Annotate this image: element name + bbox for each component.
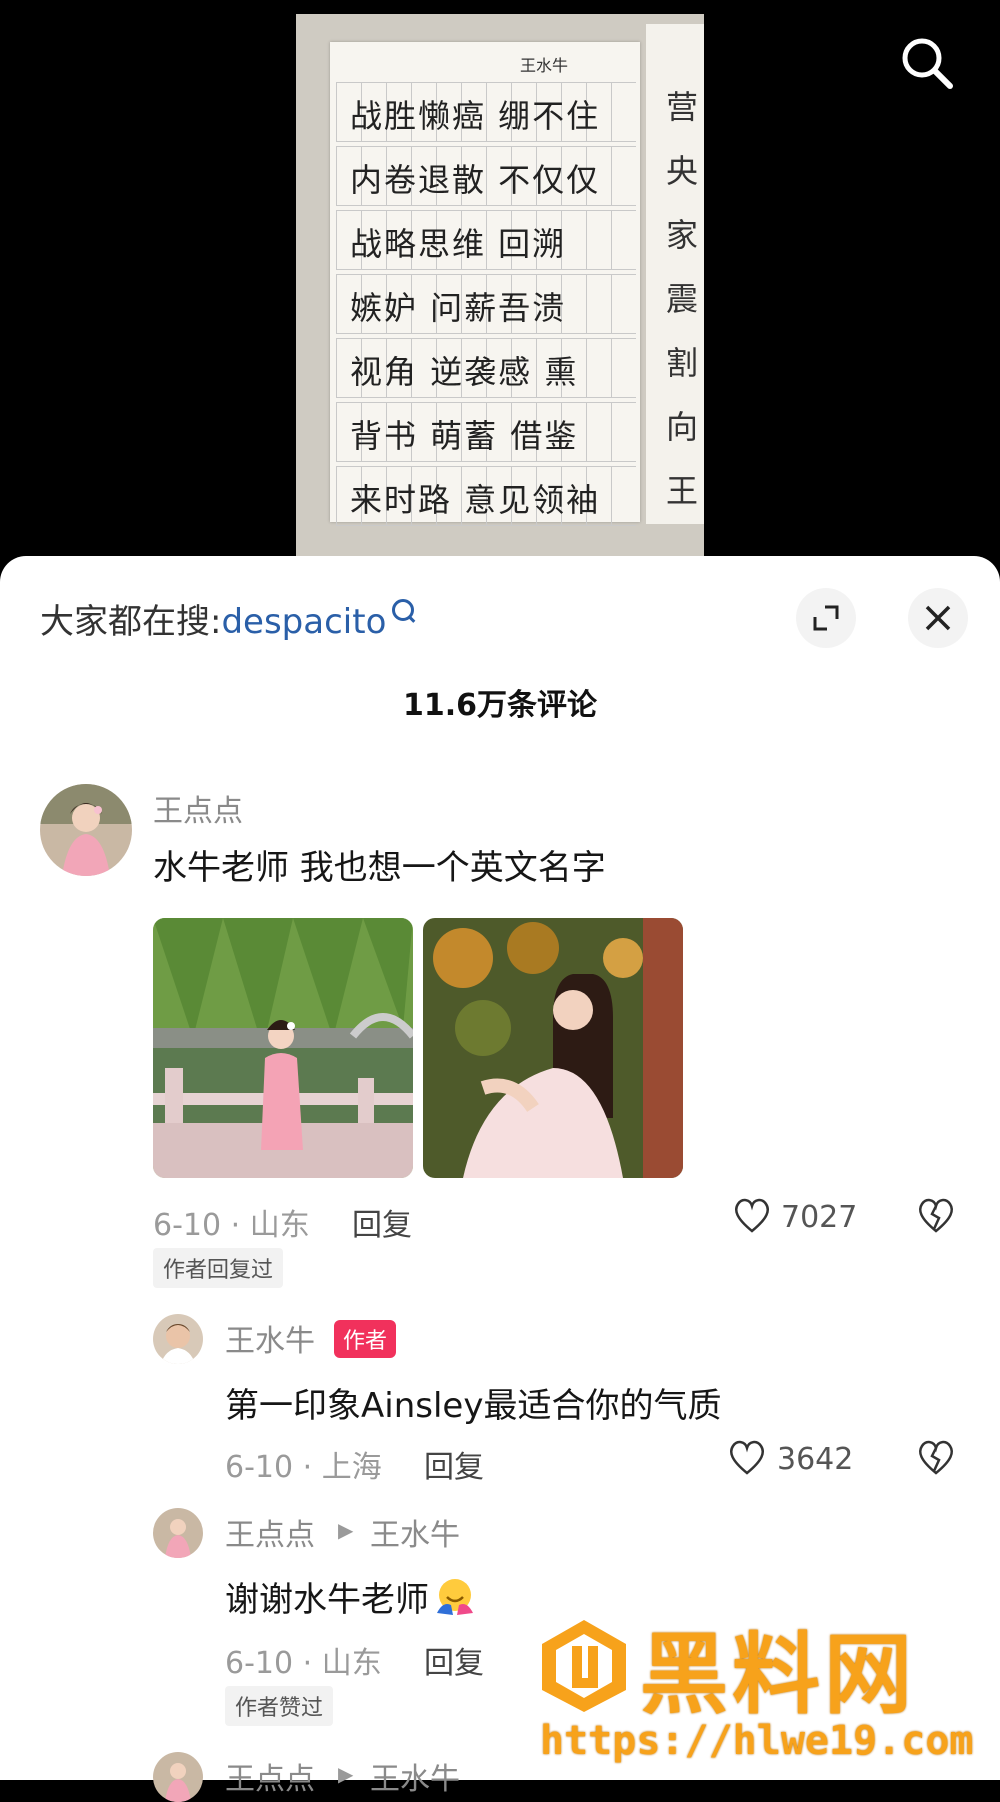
trending-prefix: 大家都在搜: <box>40 602 222 642</box>
author-badge: 作者 <box>334 1320 397 1358</box>
watermark-title: 黑料网 <box>640 1623 917 1726</box>
dislike-button[interactable] <box>916 1196 956 1238</box>
handwritten-line: 战胜懒癌 绷不住 <box>350 97 601 135</box>
notebook-owner-name: 王水牛 <box>520 56 569 75</box>
broken-heart-icon <box>919 1198 953 1233</box>
search-button[interactable] <box>896 32 960 96</box>
watermark-emblem-icon <box>542 1620 626 1712</box>
grid-row: 战略思维 回溯 <box>336 210 636 270</box>
reply-author[interactable]: 王水牛 <box>225 1316 315 1360</box>
reply-to-name[interactable]: 王水牛 <box>370 1510 460 1554</box>
reply-text: 第一印象Ainsley最适合你的气质 <box>225 1386 722 1426</box>
video-player[interactable]: 王水牛 战胜懒癌 绷不住 内卷退散 不仅仅 战略思维 回溯 嫉妒 问薪吾溃 视角… <box>0 0 1000 560</box>
search-icon <box>902 38 953 89</box>
side-char: 王 <box>666 472 699 510</box>
comment-photo[interactable] <box>423 918 683 1178</box>
avatar[interactable] <box>153 1752 203 1802</box>
grid-row: 背书 萌蓄 借鉴 <box>336 402 636 462</box>
reply-button[interactable]: 回复 <box>352 1200 412 1244</box>
comment-count: 11.6万条评论 <box>402 688 598 723</box>
avatar-image <box>40 784 132 876</box>
like-button[interactable] <box>732 1196 772 1238</box>
photo-willow-bridge <box>153 918 413 1178</box>
avatar-image <box>153 1752 203 1802</box>
grid-row: 内卷退散 不仅仅 <box>336 146 636 206</box>
reply-button[interactable]: 回复 <box>424 1442 484 1486</box>
reply-text: 谢谢水牛老师 <box>225 1572 477 1621</box>
comment-sheet: 大家都在搜:despacito 11.6万条评论 王点点 水牛老师 我也想一个英… <box>0 556 1000 1802</box>
author-replied-tag: 作者回复过 <box>153 1248 284 1288</box>
side-char: 央 <box>666 152 699 190</box>
side-char: 割 <box>666 344 699 382</box>
reply-date-location: 6-10 · 山东 <box>225 1646 382 1681</box>
close-icon <box>925 605 951 631</box>
reply-button[interactable]: 回复 <box>424 1638 484 1682</box>
side-char: 震 <box>666 280 699 318</box>
heart-icon <box>730 1440 764 1475</box>
search-icon <box>392 599 415 621</box>
comment-photo[interactable] <box>153 918 413 1178</box>
author-liked-tag: 作者赞过 <box>225 1686 334 1726</box>
reply-author[interactable]: 王点点 <box>225 1510 315 1554</box>
side-char: 向 <box>666 408 699 446</box>
dislike-button[interactable] <box>916 1438 956 1480</box>
expand-icon <box>813 605 839 631</box>
handwritten-line: 嫉妒 问薪吾溃 <box>350 289 567 327</box>
avatar[interactable] <box>153 1314 203 1364</box>
avatar[interactable] <box>153 1508 203 1558</box>
comment-author[interactable]: 王点点 <box>153 786 243 830</box>
broken-heart-icon <box>919 1440 953 1475</box>
trending-search-link[interactable]: 大家都在搜:despacito <box>40 594 415 643</box>
handwritten-line: 战略思维 回溯 <box>350 225 567 263</box>
notebook-right-page: 营 央 家 震 割 向 王 <box>646 24 704 524</box>
like-count: 7027 <box>781 1200 858 1235</box>
notebook-left-page: 王水牛 战胜懒癌 绷不住 内卷退散 不仅仅 战略思维 回溯 嫉妒 问薪吾溃 视角… <box>330 42 640 526</box>
reply-to-name[interactable]: 王水牛 <box>370 1754 460 1798</box>
watermark-url: https://hlwe19.com <box>540 1718 974 1764</box>
reply-date-location: 6-10 · 上海 <box>225 1450 382 1485</box>
hug-emoji-icon <box>433 1577 477 1617</box>
reply-text-content: 谢谢水牛老师 <box>225 1580 429 1620</box>
grid-row: 来时路 意见领袖 <box>336 466 636 526</box>
side-char: 家 <box>666 216 699 254</box>
photo-portrait-garden <box>423 918 683 1178</box>
reply-arrow-icon: ▶ <box>338 1518 354 1542</box>
avatar-image <box>153 1508 203 1558</box>
side-char: 营 <box>666 88 699 126</box>
avatar-image <box>153 1314 203 1364</box>
heart-icon <box>735 1198 769 1233</box>
handwritten-line: 视角 逆袭感 熏 <box>350 353 579 391</box>
handwritten-line: 来时路 意见领袖 <box>350 481 601 519</box>
reply-author[interactable]: 王点点 <box>225 1754 315 1798</box>
comment-text: 水牛老师 我也想一个英文名字 <box>153 848 606 888</box>
watermark-logo <box>536 1618 632 1718</box>
trending-term[interactable]: despacito <box>221 602 386 642</box>
close-button[interactable] <box>908 588 968 648</box>
reply-arrow-icon: ▶ <box>338 1762 354 1786</box>
handwritten-line: 背书 萌蓄 借鉴 <box>350 417 579 455</box>
grid-row: 视角 逆袭感 熏 <box>336 338 636 398</box>
handwritten-line: 内卷退散 不仅仅 <box>350 161 601 199</box>
like-button[interactable] <box>727 1438 767 1480</box>
like-count: 3642 <box>777 1442 854 1477</box>
grid-row: 战胜懒癌 绷不住 <box>336 82 636 142</box>
handwriting-notebook-photo: 王水牛 战胜懒癌 绷不住 内卷退散 不仅仅 战略思维 回溯 嫉妒 问薪吾溃 视角… <box>296 14 704 560</box>
avatar[interactable] <box>40 784 132 876</box>
expand-button[interactable] <box>796 588 856 648</box>
comment-date-location: 6-10 · 山东 <box>153 1208 310 1243</box>
grid-row: 嫉妒 问薪吾溃 <box>336 274 636 334</box>
